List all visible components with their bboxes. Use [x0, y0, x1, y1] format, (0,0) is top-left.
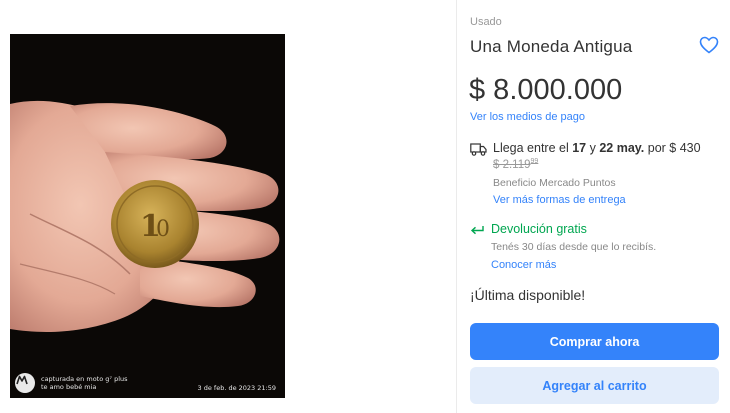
photo-watermark: capturada en moto g⁷ plus te amo bebé mi…	[15, 373, 128, 393]
svg-text:0: 0	[156, 217, 170, 242]
watermark-line-2: te amo bebé mia	[41, 383, 97, 391]
truck-icon	[470, 143, 487, 161]
shipping-old-price: $ 2.11999	[493, 158, 539, 171]
return-arrow-icon	[470, 224, 485, 242]
product-price: $ 8.000.000	[469, 74, 623, 106]
payment-methods-link[interactable]: Ver los medios de pago	[470, 111, 585, 123]
add-to-cart-button[interactable]: Agregar al carrito	[470, 367, 719, 404]
hand-coin-illustration: 1 0	[10, 34, 285, 398]
return-period-text: Tenés 30 días desde que lo recibís.	[491, 241, 657, 253]
buy-now-button[interactable]: Comprar ahora	[470, 323, 719, 360]
heart-icon[interactable]	[699, 36, 719, 54]
motorola-logo-icon	[15, 373, 35, 393]
watermark-date: 3 de feb. de 2023 21:59	[197, 384, 276, 392]
mercado-puntos-benefit: Beneficio Mercado Puntos	[493, 177, 616, 189]
more-shipping-options-link[interactable]: Ver más formas de entrega	[493, 194, 626, 206]
watermark-line-1: capturada en moto g⁷ plus	[41, 375, 128, 383]
product-title: Una Moneda Antigua	[470, 37, 633, 56]
buy-box: Usado Una Moneda Antigua $ 8.000.000 Ver…	[456, 0, 730, 413]
free-return-title: Devolución gratis	[491, 222, 587, 236]
product-image[interactable]: 1 0 capturada en moto g⁷ plus te amo beb…	[10, 34, 285, 398]
learn-more-link[interactable]: Conocer más	[491, 259, 556, 271]
stock-status: ¡Última disponible!	[470, 287, 586, 303]
product-condition: Usado	[470, 16, 502, 28]
delivery-estimate: Llega entre el 17 y 22 may. por $ 430	[493, 141, 701, 155]
